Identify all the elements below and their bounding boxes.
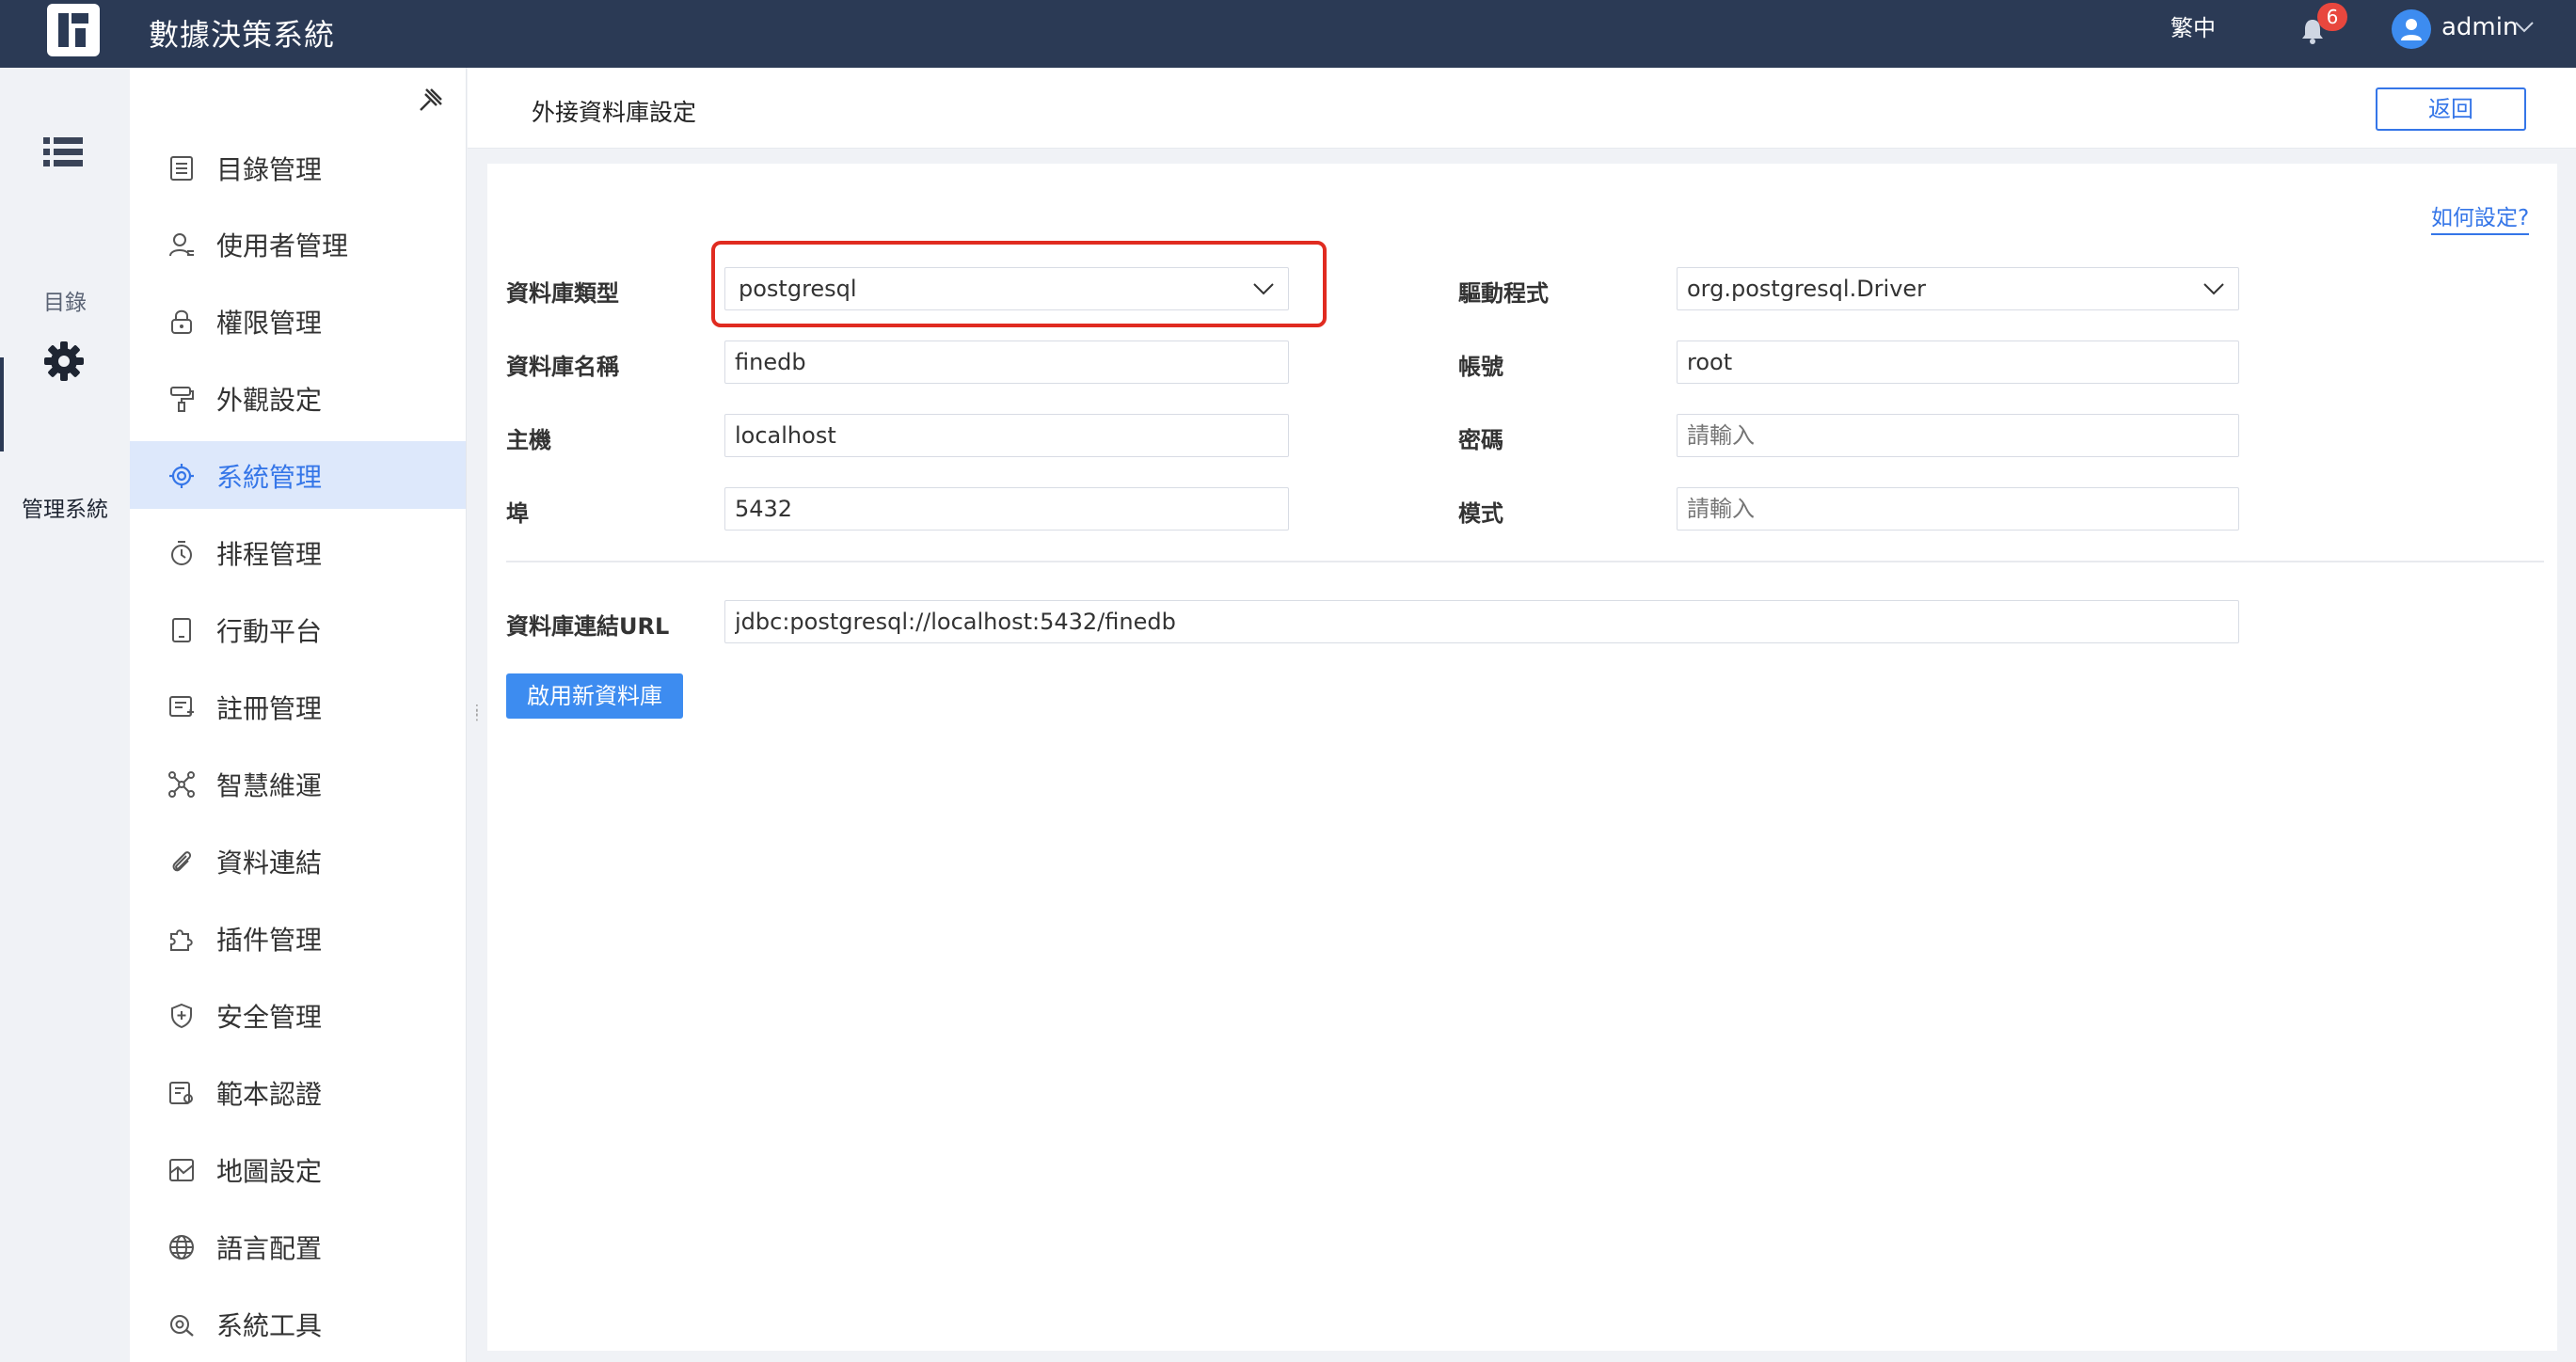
globe-icon bbox=[169, 1235, 194, 1259]
sidebar-item-label: 智慧維運 bbox=[216, 770, 323, 801]
user-icon bbox=[169, 233, 194, 257]
password-label: 密碼 bbox=[1458, 427, 1503, 453]
rail-label: 管理系統 bbox=[22, 498, 108, 522]
tablet-icon bbox=[172, 618, 191, 642]
rail-active-indicator bbox=[0, 357, 4, 451]
sidebar-item-label: 權限管理 bbox=[216, 308, 323, 339]
driver-value: org.postgresql.Driver bbox=[1687, 276, 1927, 302]
sidebar-item-label: 語言配置 bbox=[216, 1233, 323, 1264]
top-bar: 數據決策系統 繁中 6 admin bbox=[0, 0, 2576, 68]
divider bbox=[506, 561, 2544, 562]
sidebar-item-plugins[interactable]: 插件管理 bbox=[130, 904, 466, 972]
sidebar-item-template-cert[interactable]: 範本認證 bbox=[130, 1058, 466, 1126]
lock-icon bbox=[171, 309, 192, 334]
sidebar-item-users[interactable]: 使用者管理 bbox=[130, 210, 466, 277]
directory-icon bbox=[170, 156, 193, 181]
sidebar-item-label: 使用者管理 bbox=[216, 230, 349, 261]
app-title: 數據決策系統 bbox=[149, 17, 336, 53]
sidebar-item-mobile[interactable]: 行動平台 bbox=[130, 595, 466, 663]
sidebar-resize-handle[interactable]: ⋮ ⋮ bbox=[470, 704, 484, 722]
driver-label: 驅動程式 bbox=[1458, 280, 1549, 307]
sidebar-item-label: 排程管理 bbox=[216, 539, 323, 570]
sidebar-item-appearance[interactable]: 外觀設定 bbox=[130, 364, 466, 432]
url-label: 資料庫連結URL bbox=[506, 613, 670, 640]
sidebar-item-scheduling[interactable]: 排程管理 bbox=[130, 518, 466, 586]
url-input[interactable] bbox=[724, 600, 2239, 643]
host-input[interactable] bbox=[724, 414, 1289, 457]
language-switcher[interactable]: 繁中 bbox=[2171, 9, 2216, 42]
highlight-annotation bbox=[711, 241, 1327, 327]
sidebar-item-label: 註冊管理 bbox=[216, 693, 323, 724]
sidebar: 目錄管理 使用者管理 權限管理 外觀設定 系統管理 排程管理 行動平台 註冊管理… bbox=[130, 68, 467, 1362]
db-name-label: 資料庫名稱 bbox=[506, 354, 619, 380]
driver-select[interactable]: org.postgresql.Driver bbox=[1677, 267, 2239, 310]
paperclip-icon bbox=[172, 851, 192, 872]
back-button[interactable]: 返回 bbox=[2376, 87, 2526, 131]
shield-icon bbox=[171, 1003, 192, 1029]
sidebar-item-directory[interactable]: 目錄管理 bbox=[130, 134, 466, 201]
network-icon bbox=[168, 771, 195, 798]
gear-icon bbox=[44, 341, 84, 381]
page-title: 外接資料庫設定 bbox=[532, 99, 697, 126]
port-label: 埠 bbox=[506, 500, 529, 527]
primary-rail: 目錄 管理系統 bbox=[0, 68, 130, 1362]
sidebar-item-data-connection[interactable]: 資料連結 bbox=[130, 827, 466, 895]
sidebar-item-label: 資料連結 bbox=[216, 847, 323, 879]
port-input[interactable] bbox=[724, 487, 1289, 531]
help-link[interactable]: 如何設定? bbox=[2431, 199, 2530, 235]
schema-input[interactable] bbox=[1677, 487, 2239, 531]
username[interactable]: admin bbox=[2441, 13, 2518, 41]
notification-badge[interactable]: 6 bbox=[2317, 3, 2347, 31]
sidebar-item-label: 系統管理 bbox=[216, 462, 323, 493]
sidebar-item-system[interactable]: 系統管理 bbox=[130, 441, 466, 509]
sidebar-item-label: 外觀設定 bbox=[216, 385, 323, 416]
avatar[interactable] bbox=[2392, 9, 2431, 49]
account-label: 帳號 bbox=[1458, 354, 1503, 380]
tools-icon bbox=[170, 1315, 194, 1337]
sidebar-item-label: 目錄管理 bbox=[216, 154, 323, 185]
password-input[interactable] bbox=[1677, 414, 2239, 457]
sidebar-item-label: 安全管理 bbox=[216, 1002, 323, 1033]
pin-icon[interactable] bbox=[418, 87, 444, 113]
paint-roller-icon bbox=[170, 387, 194, 412]
sidebar-item-security[interactable]: 安全管理 bbox=[130, 981, 466, 1049]
host-label: 主機 bbox=[506, 427, 551, 453]
timer-icon bbox=[171, 541, 192, 565]
template-cert-icon bbox=[169, 1082, 193, 1104]
sidebar-item-map[interactable]: 地圖設定 bbox=[130, 1135, 466, 1203]
sidebar-item-tools[interactable]: 系統工具 bbox=[130, 1290, 466, 1357]
sidebar-item-label: 插件管理 bbox=[216, 925, 323, 956]
account-input[interactable] bbox=[1677, 340, 2239, 384]
sidebar-item-language[interactable]: 語言配置 bbox=[130, 1212, 466, 1280]
db-type-label: 資料庫類型 bbox=[506, 280, 619, 307]
app-logo[interactable] bbox=[47, 4, 100, 56]
enable-database-button[interactable]: 啟用新資料庫 bbox=[506, 673, 683, 719]
schema-label: 模式 bbox=[1458, 500, 1503, 527]
rail-label: 目錄 bbox=[43, 291, 87, 315]
puzzle-icon bbox=[170, 929, 193, 951]
gear-icon bbox=[169, 464, 194, 488]
sidebar-item-label: 範本認證 bbox=[216, 1079, 323, 1110]
sidebar-item-label: 系統工具 bbox=[216, 1310, 323, 1341]
page-header: 外接資料庫設定 bbox=[468, 68, 2576, 149]
db-name-input[interactable] bbox=[724, 340, 1289, 384]
map-icon bbox=[169, 1159, 194, 1181]
sidebar-item-label: 地圖設定 bbox=[216, 1156, 323, 1187]
chevron-down-icon[interactable] bbox=[2514, 21, 2535, 34]
list-icon bbox=[43, 137, 83, 166]
chevron-down-icon bbox=[2203, 283, 2224, 295]
sidebar-item-label: 行動平台 bbox=[216, 616, 323, 647]
sidebar-item-permissions[interactable]: 權限管理 bbox=[130, 287, 466, 355]
register-icon bbox=[169, 696, 194, 717]
sidebar-item-register[interactable]: 註冊管理 bbox=[130, 673, 466, 740]
sidebar-item-smart-ops[interactable]: 智慧維運 bbox=[130, 750, 466, 817]
